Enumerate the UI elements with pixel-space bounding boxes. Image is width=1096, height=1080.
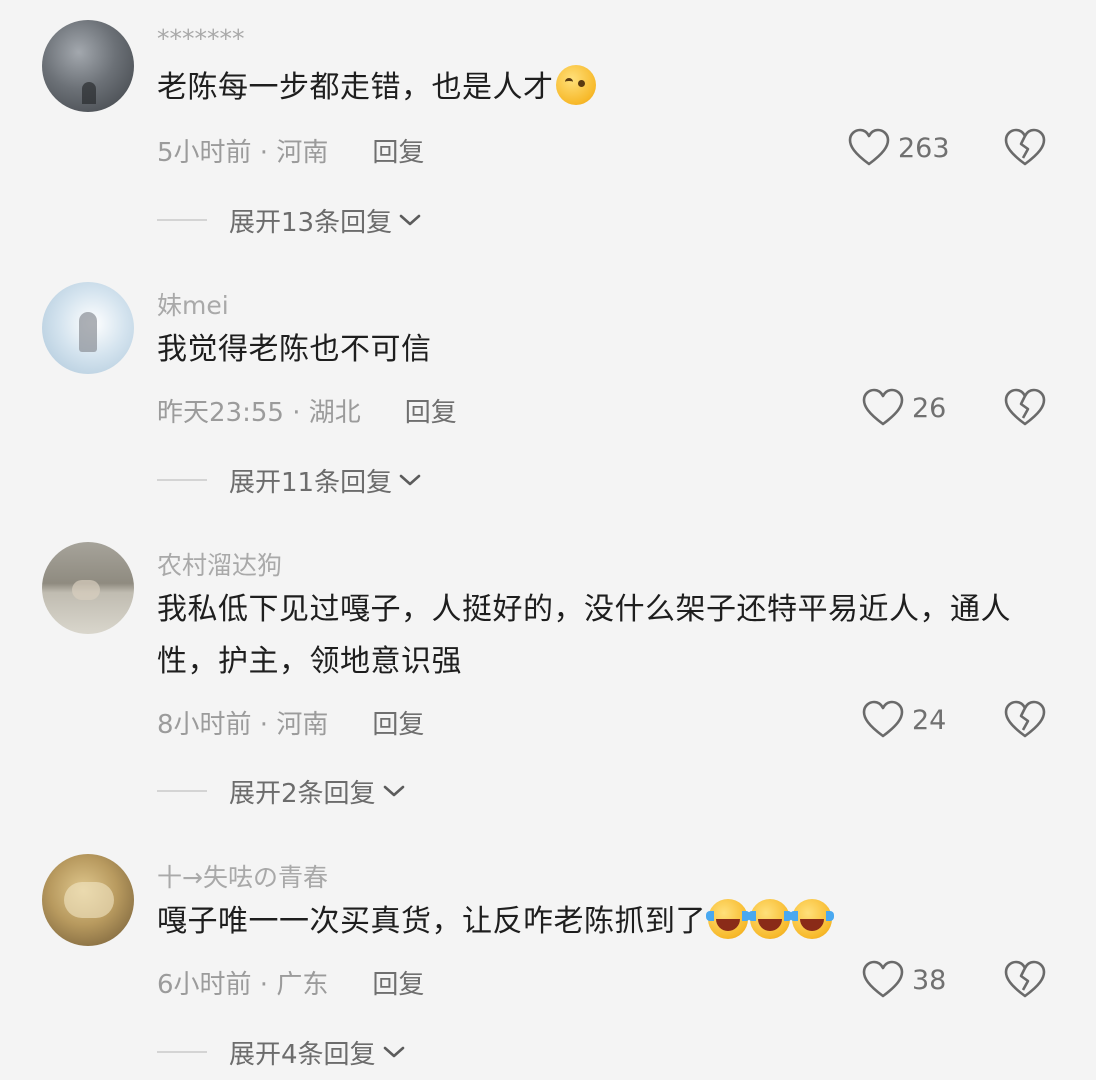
like-button[interactable]: 263	[848, 128, 968, 168]
username[interactable]: 农村溜达狗	[157, 546, 282, 582]
chevron-down-icon	[399, 474, 421, 486]
broken-heart-icon[interactable]	[1004, 388, 1046, 428]
expand-replies-button[interactable]: 展开2条回复	[157, 771, 406, 811]
heart-outline-icon	[862, 700, 904, 738]
divider	[157, 479, 207, 481]
divider	[157, 219, 207, 221]
laughing-crying-emoji	[706, 899, 750, 939]
comment-text: 我觉得老陈也不可信	[157, 332, 432, 367]
reply-button[interactable]: 回复	[372, 710, 424, 740]
expand-replies-label: 展开11条回复	[229, 467, 393, 498]
comment-location: 河南	[276, 710, 329, 740]
username[interactable]: *******	[157, 24, 245, 53]
chevron-down-icon	[399, 214, 421, 226]
comment-time: 昨天23:55	[157, 398, 284, 428]
broken-heart-icon[interactable]	[1004, 700, 1046, 740]
expand-replies-button[interactable]: 展开13条回复	[157, 200, 422, 240]
laughing-crying-emoji	[790, 899, 834, 939]
comment-location: 广东	[276, 970, 329, 1000]
heart-outline-icon	[848, 128, 890, 166]
divider	[157, 790, 207, 792]
meta-separator: ·	[251, 710, 277, 740]
meta-separator: ·	[251, 970, 277, 1000]
expand-replies-button[interactable]: 展开4条回复	[157, 1032, 406, 1072]
broken-heart-icon[interactable]	[1004, 128, 1046, 168]
divider	[157, 1051, 207, 1053]
comment-text: 嘎子唯一一次买真货，让反咋老陈抓到了	[157, 896, 1067, 948]
avatar[interactable]	[42, 542, 134, 634]
heart-outline-icon	[862, 388, 904, 426]
username[interactable]: 妹mei	[157, 286, 229, 322]
broken-heart-icon[interactable]	[1004, 960, 1046, 1000]
thinking-face-emoji	[555, 65, 596, 105]
expand-replies-label: 展开13条回复	[229, 207, 393, 238]
avatar[interactable]	[42, 854, 134, 946]
reply-button[interactable]: 回复	[372, 138, 424, 168]
comment-time: 6小时前	[157, 970, 252, 1000]
heart-outline-icon	[862, 960, 904, 998]
comment-time: 8小时前	[157, 710, 252, 740]
laughing-crying-emoji	[748, 899, 792, 939]
like-count: 24	[912, 704, 947, 736]
comment-meta: 8小时前 · 河南 回复	[157, 704, 424, 741]
reply-button[interactable]: 回复	[405, 398, 457, 428]
comment-location: 河南	[276, 138, 329, 168]
comment-time: 5小时前	[157, 138, 252, 168]
meta-separator: ·	[251, 138, 277, 168]
like-button[interactable]: 24	[862, 700, 982, 740]
comment-text: 老陈每一步都走错，也是人才	[157, 62, 1067, 114]
like-button[interactable]: 38	[862, 960, 982, 1000]
like-count: 38	[912, 964, 947, 996]
meta-separator: ·	[283, 398, 309, 428]
avatar[interactable]	[42, 282, 134, 374]
comment-text: 我私低下见过嘎子，人挺好的，没什么架子还特平易近人，通人性，护主，领地意识强	[157, 592, 1011, 679]
like-button[interactable]: 26	[862, 388, 982, 428]
reply-button[interactable]: 回复	[372, 970, 424, 1000]
expand-replies-label: 展开2条回复	[229, 778, 376, 809]
expand-replies-label: 展开4条回复	[229, 1039, 376, 1070]
chevron-down-icon	[383, 785, 404, 797]
avatar[interactable]	[42, 20, 134, 112]
like-count: 26	[912, 392, 947, 424]
comment-location: 湖北	[308, 398, 361, 428]
expand-replies-button[interactable]: 展开11条回复	[157, 460, 422, 500]
comment-meta: 5小时前 · 河南 回复	[157, 132, 424, 169]
comment-meta: 昨天23:55 · 湖北 回复	[157, 392, 457, 429]
comment-meta: 6小时前 · 广东 回复	[157, 964, 424, 1001]
like-count: 263	[898, 132, 950, 164]
username[interactable]: 十→失呿の青春	[157, 858, 328, 894]
chevron-down-icon	[383, 1046, 404, 1058]
